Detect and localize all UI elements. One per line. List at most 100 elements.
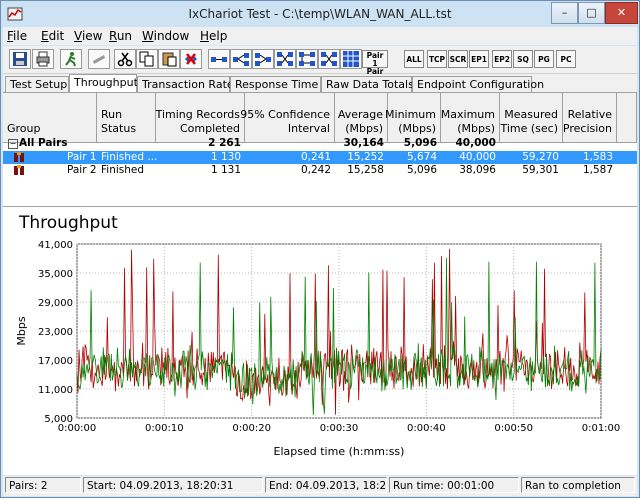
tab-response-time[interactable]: Response Time: [230, 76, 321, 92]
tab-endpoint-configuration[interactable]: Endpoint Configuration: [412, 76, 544, 92]
results-table: Group Run Status Timing Records Complete…: [3, 92, 637, 206]
status-start-time: Start: 04.09.2013, 18:20:31: [83, 477, 263, 493]
menu-window[interactable]: Window: [142, 29, 189, 43]
add-pair-button[interactable]: [208, 49, 230, 69]
column-header-measured-time[interactable]: Measured Time (sec): [500, 93, 563, 143]
run-button[interactable]: [60, 49, 82, 69]
pair-name: Pair 1: [67, 151, 97, 163]
cut-button[interactable]: [114, 49, 136, 69]
minimize-button[interactable]: –: [551, 2, 578, 24]
cell-ci: 0,242: [300, 164, 331, 176]
cell-precision: 1,583: [582, 151, 613, 163]
grid-icon: [343, 51, 359, 67]
table-row[interactable]: Pair 1 Finished ... 1 130 0,241 15,252 5,674 4…: [3, 151, 637, 164]
multicast-icon: [233, 53, 249, 66]
toolbar-scr-button[interactable]: SCR: [448, 50, 468, 68]
table-group-row[interactable]: − All Pairs 2 261 30,164 5,096 40,000: [3, 137, 637, 150]
add-multicast-button[interactable]: [230, 49, 252, 69]
print-button[interactable]: [32, 49, 54, 69]
results-tab-bar: Test Setup Throughput Transaction Rate R…: [3, 74, 637, 93]
pair-icon: [14, 165, 24, 175]
y-tick-label: 23,000: [38, 327, 73, 338]
tab-test-setup[interactable]: Test Setup: [5, 76, 69, 92]
tab-raw-data-totals[interactable]: Raw Data Totals: [321, 76, 414, 92]
toolbar-ep1-button[interactable]: EP1: [469, 50, 489, 68]
cell-records: 1 130: [210, 151, 241, 163]
cell-average: 15,258: [347, 164, 384, 176]
menu-run[interactable]: Run: [109, 29, 132, 43]
column-header-maximum[interactable]: Maximum (Mbps): [441, 93, 500, 143]
grid-button[interactable]: [340, 49, 362, 69]
column-header-average[interactable]: Average (Mbps): [335, 93, 388, 143]
menu-help[interactable]: Help: [200, 29, 227, 43]
delete-button[interactable]: [180, 49, 202, 69]
group-maximum: 40,000: [455, 137, 496, 149]
status-bar: Pairs: 2 Start: 04.09.2013, 18:20:31 End…: [3, 476, 637, 496]
voip-pair-button[interactable]: [296, 49, 318, 69]
cell-precision: 1,587: [582, 164, 613, 176]
toolbar-ep2-button[interactable]: EP2: [492, 50, 512, 68]
paste-button[interactable]: [158, 49, 180, 69]
column-header-minimum[interactable]: Minimum (Mbps): [385, 93, 441, 143]
scissors-icon: [117, 52, 133, 67]
column-header-run-status[interactable]: Run Status: [97, 93, 156, 143]
toolbar-sq-button[interactable]: SQ: [513, 50, 533, 68]
cell-minimum: 5,096: [406, 164, 437, 176]
run-status: Finished: [101, 164, 145, 176]
copy-button[interactable]: [136, 49, 158, 69]
column-header-timing-records[interactable]: Timing Records Completed: [156, 93, 245, 143]
video-pair-icon: [321, 52, 337, 66]
tab-throughput[interactable]: Throughput: [69, 74, 138, 93]
toolbar-pg-button[interactable]: PG: [534, 50, 554, 68]
y-tick-label: 41,000: [38, 240, 73, 251]
save-button[interactable]: [9, 49, 31, 69]
x-axis-label: Elapsed time (h:mm:ss): [274, 445, 405, 458]
column-header-confidence-interval[interactable]: 95% Confidence Interval: [240, 93, 335, 143]
maximize-button[interactable]: □: [578, 2, 605, 24]
edit-pair-button[interactable]: [274, 49, 296, 69]
voip-pair-icon: [299, 52, 315, 66]
x-tick-label: 0:00:10: [145, 423, 184, 434]
collapse-icon[interactable]: −: [8, 139, 18, 149]
close-button[interactable]: ✕: [605, 2, 638, 24]
pair-icon: [211, 57, 227, 62]
cell-records: 1 131: [210, 164, 241, 176]
video-pair-button[interactable]: [318, 49, 340, 69]
column-header-filler: [617, 93, 637, 143]
table-row[interactable]: Pair 2 Finished 1 131 0,242 15,258 5,096 38,09…: [3, 164, 637, 177]
x-tick-label: 0:00:20: [232, 423, 271, 434]
cell-maximum: 38,096: [459, 164, 496, 176]
group-label: All Pairs: [19, 137, 68, 149]
toolbar-pc-button[interactable]: PC: [556, 50, 576, 68]
runner-icon: [65, 52, 76, 67]
status-run-time: Run time: 00:01:00: [389, 477, 519, 493]
stop-button[interactable]: [88, 49, 110, 69]
add-hardware-pair-button[interactable]: [252, 49, 274, 69]
menu-bar: File Edit View Run Window Help: [3, 27, 637, 45]
pair-selector-button[interactable]: Pair 1Pair 2: [362, 50, 388, 84]
menu-file[interactable]: File: [7, 29, 27, 43]
toolbar-tcp-button[interactable]: TCP: [427, 50, 447, 68]
menu-view[interactable]: View: [74, 29, 102, 43]
menu-edit[interactable]: Edit: [41, 29, 64, 43]
delete-icon: [185, 53, 197, 65]
run-status: Finished ...: [101, 151, 158, 163]
printer-icon: [36, 51, 50, 67]
column-header-group[interactable]: Group: [3, 93, 97, 143]
y-tick-label: 17,000: [38, 356, 73, 367]
status-state: Ran to completion: [521, 477, 635, 493]
cell-time: 59,270: [522, 151, 559, 163]
status-end-time: End: 04.09.2013, 18:21:31: [265, 477, 387, 493]
throughput-chart: 5,00011,00017,00023,00029,00035,00041,00…: [15, 240, 621, 458]
group-minimum: 5,096: [403, 137, 437, 149]
tab-transaction-rate[interactable]: Transaction Rate: [137, 76, 234, 92]
column-header-relative-precision[interactable]: Relative Precision: [563, 93, 617, 143]
toolbar: Pair 1Pair 2 ALLTCPSCREP1EP2SQPGPC: [3, 46, 637, 84]
y-tick-label: 11,000: [38, 385, 73, 396]
cell-ci: 0,241: [300, 151, 331, 163]
edit-pair-icon: [277, 52, 293, 66]
x-tick-label: 0:00:50: [494, 423, 533, 434]
toolbar-all-button[interactable]: ALL: [404, 50, 424, 68]
x-tick-label: 0:01:00: [582, 423, 621, 434]
y-tick-label: 35,000: [38, 269, 73, 280]
